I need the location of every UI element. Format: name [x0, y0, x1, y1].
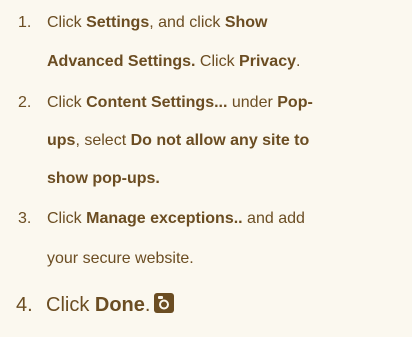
step-text: , select [75, 132, 131, 149]
menu-reference-pop-ups: ups [47, 132, 76, 149]
step-number: 3. [18, 210, 32, 227]
menu-reference-advanced-settings: Advanced Settings. [47, 53, 196, 70]
step-text: your secure website. [47, 250, 194, 267]
step-line: show pop-ups. [47, 160, 160, 198]
step-text: . [144, 294, 151, 316]
step-text: Click [47, 94, 87, 111]
step-text: under [227, 94, 278, 111]
menu-reference-content-settings: Content Settings... [86, 94, 228, 111]
menu-reference-pop-ups: Pop- [277, 94, 313, 111]
step-line: Click Manage exceptions.. and add [47, 200, 305, 238]
step-text: , and click [149, 14, 225, 31]
step-line: ups, select Do not allow any site to [47, 122, 309, 160]
step-text: Click [47, 210, 87, 227]
step-text: and add [242, 210, 305, 227]
option-reference-do-not-allow: Do not allow any site to [130, 132, 310, 149]
camera-icon[interactable] [153, 292, 175, 313]
step-text: Click [195, 53, 240, 70]
menu-reference-done: Done [94, 294, 145, 316]
menu-reference-privacy: Privacy [239, 53, 296, 70]
step-line: your secure website. [47, 240, 194, 278]
menu-reference-settings: Settings [86, 14, 150, 31]
step-number: 2. [18, 94, 32, 111]
step-text: . [295, 53, 301, 70]
instruction-steps: 1. Click Settings, and click Show Advanc… [0, 0, 412, 337]
step-text: Click [46, 294, 95, 316]
menu-reference-manage-exceptions: Manage exceptions.. [86, 210, 243, 227]
step-text: Click [47, 14, 87, 31]
step-line: Click Done. [46, 286, 175, 324]
step-number: 1. [18, 14, 32, 31]
step-line: Click Settings, and click Show [47, 4, 268, 42]
step-number: 4. [16, 294, 33, 316]
option-reference-do-not-allow: show pop-ups. [47, 170, 160, 187]
step-line: Click Content Settings... under Pop- [47, 84, 313, 122]
step-line: Advanced Settings. Click Privacy. [47, 43, 300, 81]
menu-reference-show: Show [224, 14, 268, 31]
